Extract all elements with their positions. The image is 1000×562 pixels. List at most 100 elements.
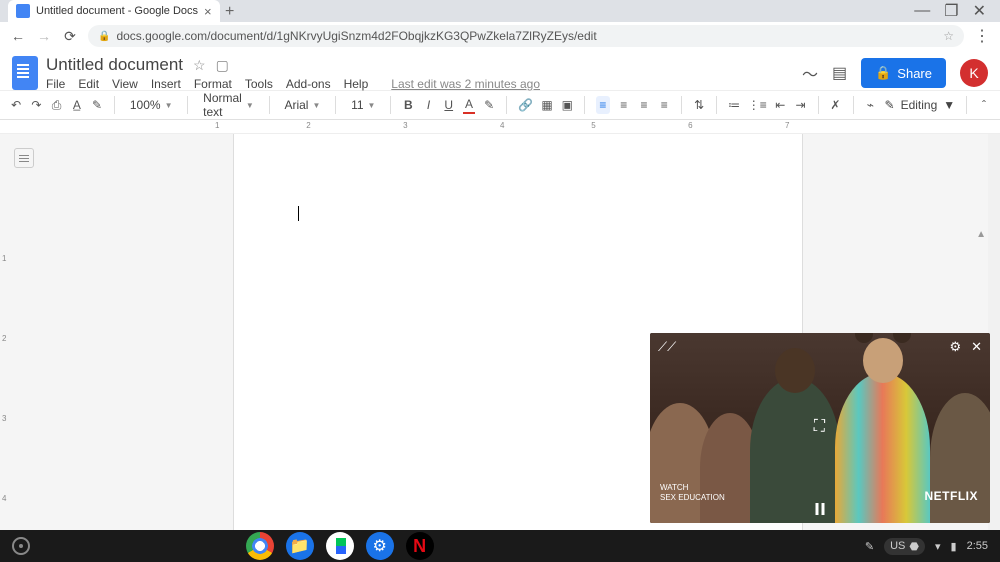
share-button[interactable]: 🔒 Share [861,58,946,88]
zoom-dropdown[interactable]: 100%▼ [126,98,177,112]
insert-link-icon[interactable]: 🔗 [518,96,533,114]
line-spacing-icon[interactable]: ⇅ [693,96,705,114]
files-app-icon[interactable]: 📁 [286,532,314,560]
insert-image-icon[interactable]: ▣ [561,96,573,114]
browser-tab-strip: Untitled document - Google Docs × + — ❐ … [0,0,1000,22]
align-center-icon[interactable]: ≡ [618,96,630,114]
font-dropdown[interactable]: Arial▼ [280,98,324,112]
docs-favicon [16,4,30,18]
insert-comment-icon[interactable]: ▦ [541,96,553,114]
align-right-icon[interactable]: ≡ [638,96,650,114]
close-tab-icon[interactable]: × [204,4,212,19]
bookmark-star-icon[interactable]: ☆ [943,29,954,43]
netflix-app-icon[interactable]: N [406,532,434,560]
shelf: 📁 ⚙ N ✎ US ⬣ ▾ ▮ 2:55 [0,530,1000,562]
paint-format-icon[interactable]: ✎ [91,96,103,114]
window-controls: — ❐ ✕ [914,0,1000,22]
editing-mode-dropdown[interactable]: ✎ Editing ▼ [885,98,956,112]
style-dropdown[interactable]: Normal text▼ [199,91,258,119]
move-folder-icon[interactable]: ▢ [216,57,229,74]
notification-icon: ⬣ [909,540,919,553]
launcher-button[interactable] [12,537,30,555]
bulleted-list-icon[interactable]: ⋮≡ [748,96,766,114]
netflix-logo: NETFLIX [925,489,979,503]
chrome-app-icon[interactable] [246,532,274,560]
tab-title: Untitled document - Google Docs [36,5,198,17]
pip-close-icon[interactable]: ✕ [971,339,982,355]
pip-pause-button[interactable] [816,503,825,515]
text-color-button[interactable]: A [463,96,475,114]
input-tools-icon[interactable]: ⌁ [864,96,876,114]
menu-addons[interactable]: Add-ons [286,77,331,91]
url-text: docs.google.com/document/d/1gNKrvyUgiSnz… [116,29,596,43]
highlight-button[interactable]: ✎ [483,96,495,114]
system-tray[interactable]: ✎ US ⬣ ▾ ▮ 2:55 [865,538,988,555]
menu-view[interactable]: View [112,77,138,91]
maximize-icon[interactable]: ❐ [944,1,958,21]
avatar-initial: K [969,65,978,81]
vertical-ruler[interactable]: 1 2 3 4 [0,134,8,536]
redo-icon[interactable]: ↷ [30,96,42,114]
pip-settings-icon[interactable]: ⚙ [949,339,961,355]
stylus-icon[interactable]: ✎ [865,540,874,553]
increase-indent-icon[interactable]: ⇥ [794,96,806,114]
menu-help[interactable]: Help [344,77,369,91]
new-tab-button[interactable]: + [220,2,240,22]
italic-button[interactable]: I [422,96,434,114]
menu-file[interactable]: File [46,77,65,91]
clear-formatting-icon[interactable]: ✗ [829,96,841,114]
bold-button[interactable]: B [402,96,414,114]
activity-icon[interactable]: 〜 [802,61,818,85]
settings-app-icon[interactable]: ⚙ [366,532,394,560]
menu-insert[interactable]: Insert [151,77,181,91]
clock: 2:55 [967,540,988,552]
document-title[interactable]: Untitled document [46,55,183,75]
pencil-icon: ✎ [885,98,895,112]
lock-icon: 🔒 [98,31,110,42]
pip-watch-label: WATCH SEX EDUCATION [660,483,725,503]
battery-icon: ▮ [951,540,957,553]
horizontal-ruler[interactable]: 1 2 3 4 5 6 7 [0,120,1000,134]
close-window-icon[interactable]: ✕ [973,1,986,21]
picture-in-picture-window[interactable]: ⟋⟋ ⚙ ✕ ⛶ WATCH SEX EDUCATION NETFLIX [650,333,990,523]
forward-icon[interactable]: → [36,28,52,44]
docs-logo-icon[interactable] [12,56,38,90]
collapse-toolbar-icon[interactable]: ˆ [978,96,990,114]
play-store-icon[interactable] [326,532,354,560]
pip-back-to-tab-icon[interactable]: ⟋⟋ [658,339,676,355]
last-edit-link[interactable]: Last edit was 2 minutes ago [391,77,540,91]
decrease-indent-icon[interactable]: ⇤ [774,96,786,114]
star-document-icon[interactable]: ☆ [193,57,206,74]
pip-expand-icon[interactable]: ⛶ [814,418,825,436]
print-icon[interactable]: ⎙ [50,96,62,114]
address-bar[interactable]: 🔒 docs.google.com/document/d/1gNKrvyUgiS… [88,25,964,47]
underline-button[interactable]: U [443,96,455,114]
browser-tab[interactable]: Untitled document - Google Docs × [8,0,220,22]
formatting-toolbar: ↶ ↷ ⎙ A̲ ✎ 100%▼ Normal text▼ Arial▼ 11▼… [0,90,1000,120]
document-outline-button[interactable] [14,148,34,168]
share-label: Share [897,66,932,81]
browser-toolbar: ← → ⟳ 🔒 docs.google.com/document/d/1gNKr… [0,22,1000,50]
menu-tools[interactable]: Tools [245,77,273,91]
menu-format[interactable]: Format [194,77,232,91]
spellcheck-icon[interactable]: A̲ [71,96,83,114]
wifi-icon: ▾ [935,540,941,553]
comments-icon[interactable]: ▤ [832,63,847,83]
font-size-dropdown[interactable]: 11▼ [347,98,379,112]
docs-header: Untitled document ☆ ▢ File Edit View Ins… [0,50,1000,90]
user-avatar[interactable]: K [960,59,988,87]
back-icon[interactable]: ← [10,28,26,44]
browser-menu-icon[interactable]: ⋮ [974,26,990,46]
lock-share-icon: 🔒 [875,65,891,81]
align-justify-icon[interactable]: ≡ [658,96,670,114]
keyboard-lang: US [890,540,905,552]
explore-arrow-icon[interactable]: ▲ [976,229,986,240]
text-cursor [298,206,299,221]
menu-bar: File Edit View Insert Format Tools Add-o… [46,77,794,91]
align-left-icon[interactable]: ≡ [596,96,610,114]
undo-icon[interactable]: ↶ [10,96,22,114]
reload-icon[interactable]: ⟳ [62,28,78,45]
numbered-list-icon[interactable]: ≔ [728,96,740,114]
minimize-icon[interactable]: — [914,2,930,20]
menu-edit[interactable]: Edit [78,77,99,91]
